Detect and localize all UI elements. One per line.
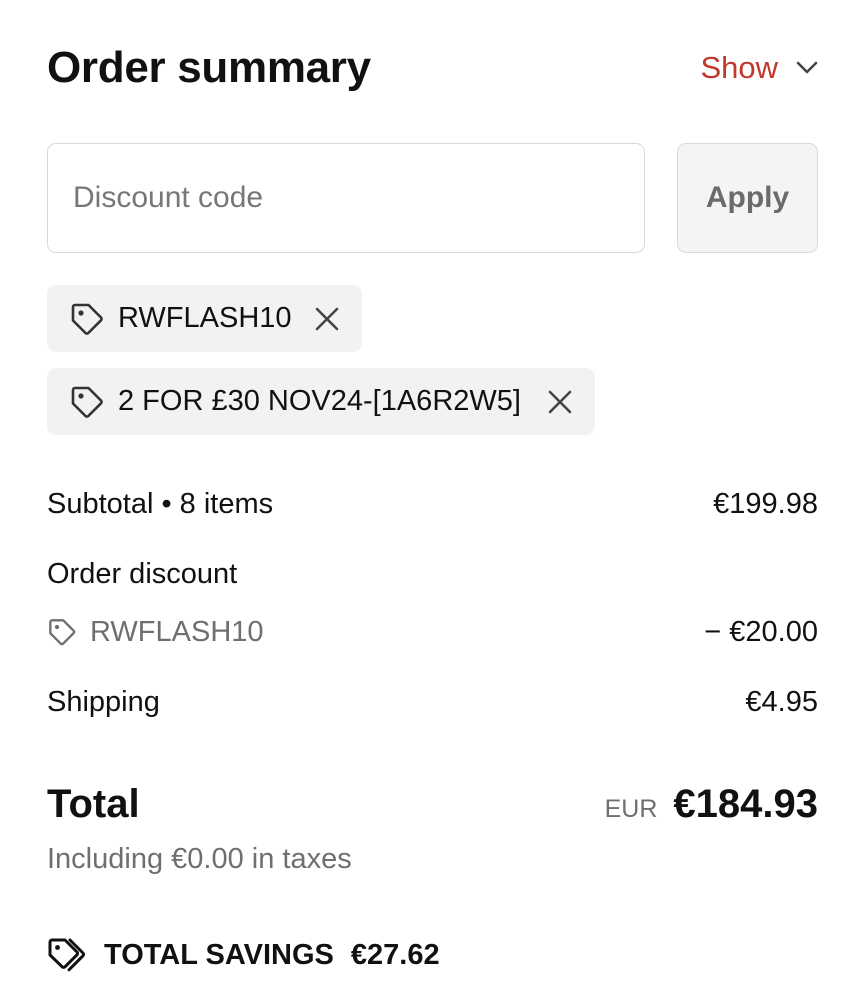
applied-discount-tag: RWFLASH10 [47,285,362,352]
applied-discount-code: RWFLASH10 [118,302,292,334]
shipping-label: Shipping [47,685,160,718]
total-savings-value: €27.62 [350,938,440,971]
order-discount-row: Order discount [47,553,818,595]
discount-code-input[interactable] [47,143,645,253]
double-tag-icon [47,935,87,975]
order-discount-value: − €20.00 [704,615,818,648]
remove-discount-button[interactable] [543,385,577,419]
shipping-value: €4.95 [745,685,818,718]
show-toggle-label: Show [700,50,778,85]
applied-discount-tag: 2 FOR £30 NOV24-[1A6R2W5] [47,368,595,435]
order-summary-panel: Order summary Show Apply RWFLASH10 2 FOR… [47,0,818,1000]
subtotal-row: Subtotal • 8 items €199.98 [47,483,818,525]
tag-icon [47,617,77,647]
total-value: €184.93 [673,781,818,826]
order-discount-code: RWFLASH10 [90,615,264,648]
currency-code: EUR [604,794,658,823]
show-toggle-button[interactable]: Show [700,50,818,86]
shipping-row: Shipping €4.95 [47,681,818,723]
total-savings: TOTAL SAVINGS €27.62 [47,933,440,977]
taxes-note: Including €0.00 in taxes [47,843,352,875]
subtotal-label: Subtotal • 8 items [47,487,274,520]
tag-icon [69,301,105,337]
applied-discount-code: 2 FOR £30 NOV24-[1A6R2W5] [118,385,521,417]
page-title: Order summary [47,43,371,92]
order-discount-code-row: RWFLASH10 − €20.00 [47,611,818,653]
total-row: Total EUR €184.93 [47,778,818,830]
close-icon [548,390,572,413]
tag-icon [69,384,105,420]
chevron-down-icon [796,61,818,75]
subtotal-value: €199.98 [713,487,818,520]
close-icon [315,307,339,330]
total-savings-label: TOTAL SAVINGS [104,938,334,971]
order-discount-label: Order discount [47,557,238,590]
apply-button[interactable]: Apply [677,143,818,253]
remove-discount-button[interactable] [310,302,344,336]
total-label: Total [47,781,140,826]
order-summary-header: Order summary Show [47,40,818,96]
discount-row: Apply [47,143,818,253]
